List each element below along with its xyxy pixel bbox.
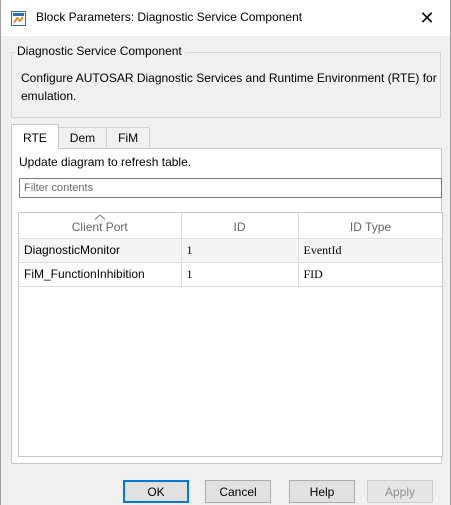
help-button[interactable]: Help xyxy=(289,480,355,503)
table-row[interactable]: DiagnosticMonitor 1 EventId xyxy=(19,238,442,263)
column-header-client-port[interactable]: Client Port xyxy=(19,213,182,239)
column-header-id-type[interactable]: ID Type xyxy=(298,213,442,239)
cancel-button[interactable]: Cancel xyxy=(205,480,271,503)
sort-ascending-icon xyxy=(94,214,106,220)
simulink-block-icon xyxy=(11,11,26,26)
ok-button[interactable]: OK xyxy=(123,480,189,503)
dialog-button-bar: OK Cancel Help Apply xyxy=(1,480,451,505)
cell-client-port[interactable]: FiM_FunctionInhibition xyxy=(19,262,182,287)
cell-id-type[interactable]: FID xyxy=(298,262,442,287)
window-title: Block Parameters: Diagnostic Service Com… xyxy=(36,10,303,24)
tab-strip: RTE Dem FiM xyxy=(11,124,151,149)
block-parameters-dialog: Block Parameters: Diagnostic Service Com… xyxy=(0,0,451,505)
column-header-label: ID Type xyxy=(349,220,392,235)
cell-id[interactable]: 1 xyxy=(181,238,299,263)
column-header-label: ID xyxy=(233,220,246,235)
cell-id-type[interactable]: EventId xyxy=(298,238,442,263)
tab-dem[interactable]: Dem xyxy=(57,127,108,149)
tab-rte[interactable]: RTE xyxy=(11,124,59,149)
column-header-label: Client Port xyxy=(71,220,128,235)
filter-contents-input[interactable] xyxy=(19,178,442,198)
tab-fim[interactable]: FiM xyxy=(106,127,151,149)
column-header-id[interactable]: ID xyxy=(181,213,299,239)
table-header-row: Client Port ID ID Type xyxy=(19,213,442,239)
client-port-table: Client Port ID ID Type DiagnosticMonitor… xyxy=(18,212,443,457)
cell-client-port[interactable]: DiagnosticMonitor xyxy=(19,238,182,263)
table-row[interactable]: FiM_FunctionInhibition 1 FID xyxy=(19,262,442,287)
refresh-info-text: Update diagram to refresh table. xyxy=(19,155,192,169)
rte-tab-panel: Update diagram to refresh table. Clie xyxy=(11,148,443,464)
close-button[interactable]: ✕ xyxy=(404,0,450,36)
apply-button[interactable]: Apply xyxy=(367,480,433,503)
group-title: Diagnostic Service Component xyxy=(15,44,185,58)
close-icon: ✕ xyxy=(419,7,435,28)
cell-id[interactable]: 1 xyxy=(181,262,299,287)
title-bar[interactable]: Block Parameters: Diagnostic Service Com… xyxy=(1,0,450,36)
block-description: Configure AUTOSAR Diagnostic Services an… xyxy=(21,71,437,103)
